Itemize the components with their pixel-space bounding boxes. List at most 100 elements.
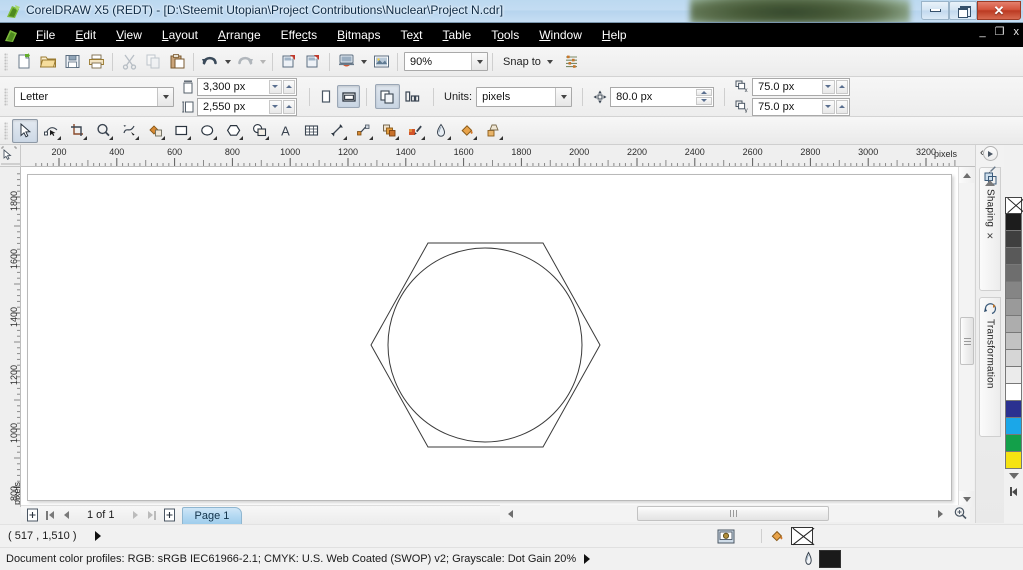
export-button[interactable] [301, 50, 325, 74]
shape-tool[interactable] [38, 119, 64, 143]
horizontal-ruler[interactable]: pixels 200 400 600 800 1000 1200 1400 1600 1800 2… [21, 145, 979, 167]
page-height-spinners[interactable] [269, 99, 295, 114]
document-minimize-button[interactable]: _ [980, 27, 986, 38]
flyout-arrow-icon[interactable] [135, 135, 139, 140]
menu-item-help[interactable]: Help [592, 25, 637, 45]
current-page-button[interactable] [400, 84, 425, 109]
palette-swatch-gray-50[interactable] [1005, 299, 1022, 316]
page-height-input[interactable]: 2,550 px [197, 97, 297, 116]
rectangle-tool[interactable] [168, 119, 194, 143]
flyout-arrow-icon[interactable] [213, 135, 217, 140]
fill-color-swatch[interactable] [790, 527, 814, 546]
palette-swatch-cyan-blue[interactable] [1005, 418, 1022, 435]
menu-item-bitmaps[interactable]: Bitmaps [327, 25, 390, 45]
snapshot-icon[interactable] [717, 528, 735, 544]
palette-swatch-white[interactable] [1005, 384, 1022, 401]
smart-fill-tool[interactable] [142, 119, 168, 143]
ruler-origin-button[interactable] [0, 145, 21, 167]
paste-button[interactable] [165, 50, 189, 74]
palette-swatch-gray-30[interactable] [1005, 333, 1022, 350]
nudge-offset-input[interactable]: 80.0 px [610, 86, 715, 107]
flyout-arrow-icon[interactable] [109, 135, 113, 140]
menu-item-layout[interactable]: Layout [152, 25, 208, 45]
palette-swatch-gray-40[interactable] [1005, 316, 1022, 333]
outline-pen-tool[interactable] [428, 119, 454, 143]
units-combo[interactable]: pixels [476, 86, 573, 107]
outline-pen-icon[interactable] [802, 550, 815, 568]
duplicate-offset-x-input[interactable]: 75.0 px [752, 77, 851, 96]
undo-button[interactable] [198, 50, 222, 74]
color-profiles-expand-icon[interactable] [584, 554, 591, 564]
palette-eyedropper-icon[interactable] [984, 164, 997, 177]
flyout-arrow-icon[interactable] [473, 135, 477, 140]
next-page-button[interactable] [127, 507, 144, 524]
duplicate-x-decrement[interactable] [822, 79, 835, 94]
print-button[interactable] [84, 50, 108, 74]
duplicate-y-decrement[interactable] [822, 99, 835, 114]
vertical-scrollbar[interactable] [958, 167, 975, 507]
vertical-ruler[interactable]: pixels 1800 1600 1400 1200 1000 800 [0, 167, 21, 507]
connector-tool[interactable] [350, 119, 376, 143]
save-document-button[interactable] [60, 50, 84, 74]
palette-swatch-yellow[interactable] [1005, 452, 1022, 469]
menu-item-effects[interactable]: Effects [271, 25, 327, 45]
add-page-after-button[interactable] [161, 507, 178, 524]
menu-item-table[interactable]: Table [433, 25, 482, 45]
pick-tool[interactable] [12, 118, 38, 143]
zoom-level-dropdown-button[interactable] [471, 53, 487, 70]
table-tool[interactable] [298, 119, 324, 143]
flyout-arrow-icon[interactable] [447, 135, 451, 140]
circle-shape[interactable] [387, 247, 583, 443]
nudge-spinners[interactable] [696, 88, 713, 105]
cut-button[interactable] [117, 50, 141, 74]
last-page-button[interactable] [144, 507, 161, 524]
palette-swatch-green[interactable] [1005, 435, 1022, 452]
close-button[interactable]: ✕ [977, 1, 1021, 20]
orientation-landscape-button[interactable] [337, 85, 360, 108]
application-launcher-button[interactable] [334, 50, 358, 74]
polygon-tool[interactable] [220, 119, 246, 143]
new-document-button[interactable] [12, 50, 36, 74]
import-button[interactable] [277, 50, 301, 74]
fill-tool[interactable] [454, 119, 480, 143]
text-tool[interactable]: A [272, 119, 298, 143]
application-launcher-dropdown[interactable] [358, 50, 369, 74]
page-height-decrement[interactable] [269, 99, 282, 114]
redo-button[interactable] [233, 50, 257, 74]
flyout-arrow-icon[interactable] [395, 135, 399, 140]
add-page-before-button[interactable] [24, 507, 41, 524]
previous-page-button[interactable] [58, 507, 75, 524]
drawing-canvas[interactable] [21, 167, 958, 507]
outline-color-swatch[interactable] [819, 550, 842, 568]
menu-item-view[interactable]: View [106, 25, 152, 45]
zoom-to-page-button[interactable] [953, 506, 968, 521]
scroll-up-button[interactable] [959, 167, 975, 183]
palette-swatch-dark-blue[interactable] [1005, 401, 1022, 418]
duplicate-x-spinners[interactable] [822, 79, 849, 94]
copy-button[interactable] [141, 50, 165, 74]
flyout-arrow-icon[interactable] [57, 135, 61, 140]
options-button[interactable] [560, 50, 584, 74]
horizontal-scroll-thumb[interactable] [637, 506, 829, 521]
blend-tool[interactable] [376, 119, 402, 143]
palette-swatch-gray-90[interactable] [1005, 231, 1022, 248]
menu-item-tools[interactable]: Tools [481, 25, 529, 45]
toolbar-grip[interactable] [4, 52, 8, 71]
menu-item-edit[interactable]: Edit [65, 25, 106, 45]
menu-item-arrange[interactable]: Arrange [208, 25, 271, 45]
drawing-objects[interactable] [368, 238, 618, 453]
page-sheet[interactable] [27, 174, 952, 501]
paper-type-combo[interactable]: Letter [14, 86, 174, 107]
property-bar-grip[interactable] [4, 87, 8, 106]
corel-connect-button[interactable] [369, 50, 393, 74]
basic-shapes-tool[interactable] [246, 119, 272, 143]
redo-dropdown[interactable] [257, 50, 268, 74]
docker-close-shaping-button[interactable]: ✕ [986, 231, 994, 242]
palette-swatch-black[interactable] [1005, 214, 1022, 231]
page-width-spinners[interactable] [269, 79, 295, 94]
units-dropdown-button[interactable] [555, 87, 572, 106]
dimension-tool[interactable] [324, 119, 350, 143]
zoom-level-combo[interactable]: 90% [404, 52, 488, 71]
document-close-button[interactable]: x [1014, 27, 1020, 38]
palette-swatch-gray-80[interactable] [1005, 248, 1022, 265]
